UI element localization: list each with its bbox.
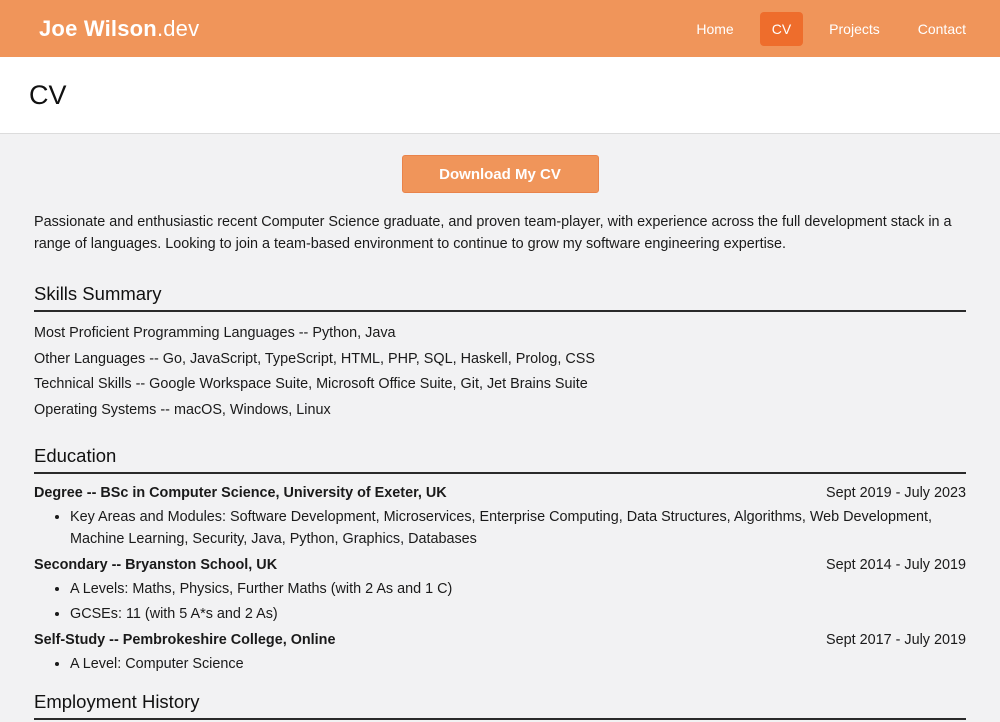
skills-heading: Skills Summary	[34, 283, 966, 312]
education-entry-secondary: Secondary -- Bryanston School, UK Sept 2…	[34, 553, 966, 578]
education-entry-degree: Degree -- BSc in Computer Science, Unive…	[34, 481, 966, 506]
education-point: A Levels: Maths, Physics, Further Maths …	[70, 578, 966, 600]
employment-heading: Employment History	[34, 691, 966, 720]
brand-name: Joe Wilson	[39, 15, 157, 41]
nav-link-projects[interactable]: Projects	[817, 12, 892, 46]
education-title: Secondary -- Bryanston School, UK	[34, 557, 278, 573]
intro-paragraph: Passionate and enthusiastic recent Compu…	[34, 214, 952, 252]
education-points: A Level: Computer Science	[34, 653, 966, 675]
education-point: GCSEs: 11 (with 5 A*s and 2 As)	[70, 603, 966, 625]
education-entry-self-study: Self-Study -- Pembrokeshire College, Onl…	[34, 628, 966, 653]
cv-content: Download My CV Passionate and enthusiast…	[34, 155, 966, 720]
skill-item: Other Languages -- Go, JavaScript, TypeS…	[34, 350, 595, 367]
education-dates: Sept 2019 - July 2023	[825, 485, 966, 501]
nav-link-cv[interactable]: CV	[759, 11, 804, 46]
nav-link-home[interactable]: Home	[684, 12, 745, 46]
nav-link-contact[interactable]: Contact	[906, 12, 978, 46]
education-title: Self-Study -- Pembrokeshire College, Onl…	[34, 632, 336, 648]
brand-logo[interactable]: Joe Wilson.dev	[39, 16, 199, 42]
download-cv-button[interactable]: Download My CV	[401, 155, 599, 193]
education-points: A Levels: Maths, Physics, Further Maths …	[34, 578, 966, 625]
page-header: CV	[0, 57, 1000, 134]
navbar: Joe Wilson.dev Home CV Projects Contact	[0, 0, 1000, 57]
education-dates: Sept 2017 - July 2019	[825, 632, 966, 648]
skill-item: Technical Skills -- Google Workspace Sui…	[34, 376, 588, 392]
brand-tld: .dev	[156, 15, 200, 41]
education-title: Degree -- BSc in Computer Science, Unive…	[34, 485, 447, 501]
education-dates: Sept 2014 - July 2019	[825, 557, 966, 573]
education-point: Key Areas and Modules: Software Developm…	[70, 506, 966, 550]
skill-item: Operating Systems -- macOS, Windows, Lin…	[34, 401, 331, 418]
education-points: Key Areas and Modules: Software Developm…	[34, 506, 966, 550]
nav-links: Home CV Projects Contact	[684, 11, 978, 46]
education-point: A Level: Computer Science	[70, 653, 966, 675]
download-wrap: Download My CV	[34, 155, 966, 193]
skill-item: Most Proficient Programming Languages --…	[34, 325, 396, 341]
page-title: CV	[29, 79, 67, 110]
skills-list: Most Proficient Programming Languages --…	[34, 321, 966, 423]
education-heading: Education	[34, 445, 966, 474]
